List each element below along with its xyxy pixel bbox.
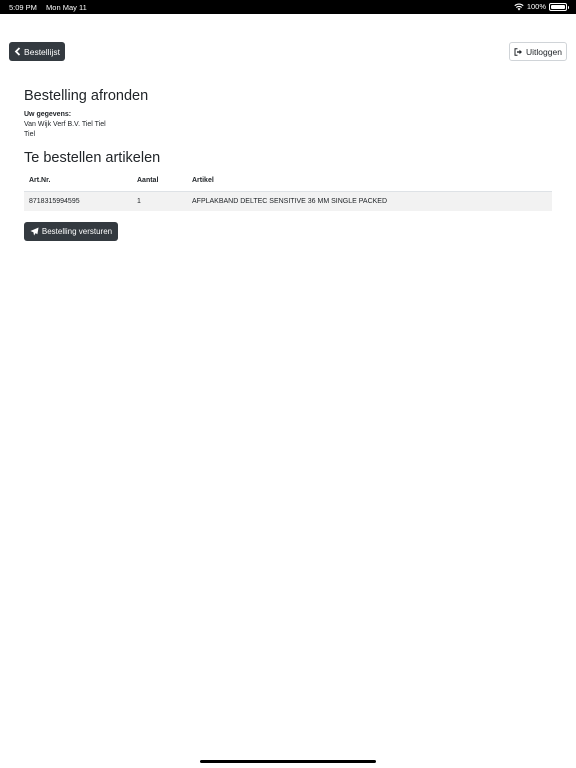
status-left: 5:09 PM Mon May 11 — [9, 3, 87, 12]
customer-city: Tiel — [24, 131, 36, 138]
logout-button-label: Uitloggen — [526, 46, 562, 57]
status-time: 5:09 PM — [9, 3, 37, 12]
details-label: Uw gegevens: — [24, 111, 72, 118]
page-title: Bestelling afronden — [24, 88, 149, 104]
column-header-artikel: Artikel — [187, 171, 552, 192]
chevron-left-icon — [14, 47, 21, 56]
cell-art-nr: 8718315994595 — [24, 191, 132, 211]
status-date: Mon May 11 — [46, 3, 87, 12]
order-items-table: Art.Nr. Aantal Artikel 8718315994595 1 A… — [24, 171, 552, 211]
send-order-button[interactable]: Bestelling versturen — [24, 222, 118, 241]
battery-percent: 100% — [526, 2, 546, 11]
logout-button[interactable]: Uitloggen — [509, 42, 567, 61]
send-button-label: Bestelling versturen — [41, 227, 113, 236]
customer-name: Van Wijk Verf B.V. Tiel Tiel — [24, 121, 106, 128]
table-row: 8718315994595 1 AFPLAKBAND DELTEC SENSIT… — [24, 191, 552, 211]
table-header-row: Art.Nr. Aantal Artikel — [24, 171, 552, 192]
status-right: 100% — [514, 2, 569, 11]
column-header-aantal: Aantal — [132, 171, 187, 192]
sign-out-icon — [514, 47, 523, 56]
wifi-icon — [514, 3, 524, 10]
cell-aantal: 1 — [132, 191, 187, 211]
paper-plane-icon — [30, 227, 39, 236]
cell-artikel: AFPLAKBAND DELTEC SENSITIVE 36 MM SINGLE… — [187, 191, 552, 211]
back-button-label: Bestellijst — [24, 46, 60, 57]
section-title: Te bestellen artikelen — [24, 150, 161, 166]
back-to-bestellijst-button[interactable]: Bestellijst — [9, 42, 65, 61]
column-header-art-nr: Art.Nr. — [24, 171, 132, 192]
status-bar: 5:09 PM Mon May 11 100% — [0, 0, 576, 14]
battery-icon — [549, 2, 569, 11]
home-indicator[interactable] — [200, 760, 376, 763]
